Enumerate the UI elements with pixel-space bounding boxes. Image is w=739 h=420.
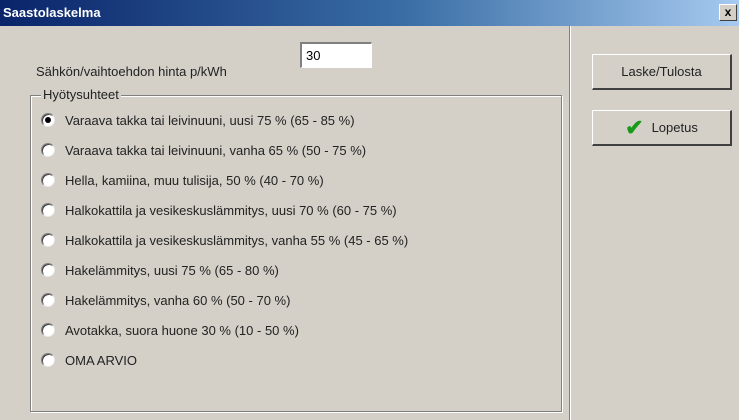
radio-button[interactable] <box>41 143 55 157</box>
radio-button[interactable] <box>41 113 55 127</box>
efficiency-option[interactable]: Avotakka, suora huone 30 % (10 - 50 %) <box>41 320 299 340</box>
radio-button[interactable] <box>41 233 55 247</box>
radio-button[interactable] <box>41 173 55 187</box>
efficiency-option[interactable]: OMA ARVIO <box>41 350 137 370</box>
option-label: Halkokattila ja vesikeskuslämmitys, uusi… <box>65 202 397 218</box>
radio-button[interactable] <box>41 353 55 367</box>
option-label: Hakelämmitys, vanha 60 % (50 - 70 %) <box>65 292 291 308</box>
exit-button[interactable]: ✔ Lopetus <box>592 110 732 146</box>
option-label: Hella, kamiina, muu tulisija, 50 % (40 -… <box>65 172 324 188</box>
efficiency-option[interactable]: Hella, kamiina, muu tulisija, 50 % (40 -… <box>41 170 324 190</box>
option-label: Varaava takka tai leivinuuni, uusi 75 % … <box>65 112 355 128</box>
radio-button[interactable] <box>41 263 55 277</box>
calculate-print-label: Laske/Tulosta <box>621 64 702 79</box>
panel-divider <box>569 26 571 420</box>
title-bar: Saastolaskelma x <box>0 0 739 26</box>
exit-label: Lopetus <box>651 120 698 135</box>
efficiency-option[interactable]: Hakelämmitys, vanha 60 % (50 - 70 %) <box>41 290 290 310</box>
calculate-print-button[interactable]: Laske/Tulosta <box>592 54 732 90</box>
window-title: Saastolaskelma <box>3 5 101 20</box>
savings-window: Saastolaskelma x Sähkön/vaihtoehdon hint… <box>0 0 739 420</box>
efficiency-option[interactable]: Halkokattila ja vesikeskuslämmitys, vanh… <box>41 230 408 250</box>
efficiency-groupbox: Hyötysuhteet Varaava takka tai leivinuun… <box>30 87 562 412</box>
efficiency-option[interactable]: Hakelämmitys, uusi 75 % (65 - 80 %) <box>41 260 279 280</box>
efficiency-option[interactable]: Halkokattila ja vesikeskuslämmitys, uusi… <box>41 200 397 220</box>
radio-button[interactable] <box>41 323 55 337</box>
efficiency-option[interactable]: Varaava takka tai leivinuuni, uusi 75 % … <box>41 110 355 130</box>
close-icon: x <box>724 5 732 19</box>
price-input[interactable] <box>300 42 372 68</box>
price-label: Sähkön/vaihtoehdon hinta p/kWh <box>36 64 227 79</box>
radio-button[interactable] <box>41 293 55 307</box>
option-label: OMA ARVIO <box>65 352 138 368</box>
option-label: Hakelämmitys, uusi 75 % (65 - 80 %) <box>65 262 279 278</box>
option-label: Halkokattila ja vesikeskuslämmitys, vanh… <box>65 232 409 248</box>
close-button[interactable]: x <box>719 4 737 21</box>
efficiency-group-title: Hyötysuhteet <box>41 87 121 102</box>
option-label: Avotakka, suora huone 30 % (10 - 50 %) <box>65 322 299 338</box>
option-label: Varaava takka tai leivinuuni, vanha 65 %… <box>65 142 367 158</box>
efficiency-option[interactable]: Varaava takka tai leivinuuni, vanha 65 %… <box>41 140 366 160</box>
checkmark-icon: ✔ <box>625 114 644 140</box>
radio-button[interactable] <box>41 203 55 217</box>
